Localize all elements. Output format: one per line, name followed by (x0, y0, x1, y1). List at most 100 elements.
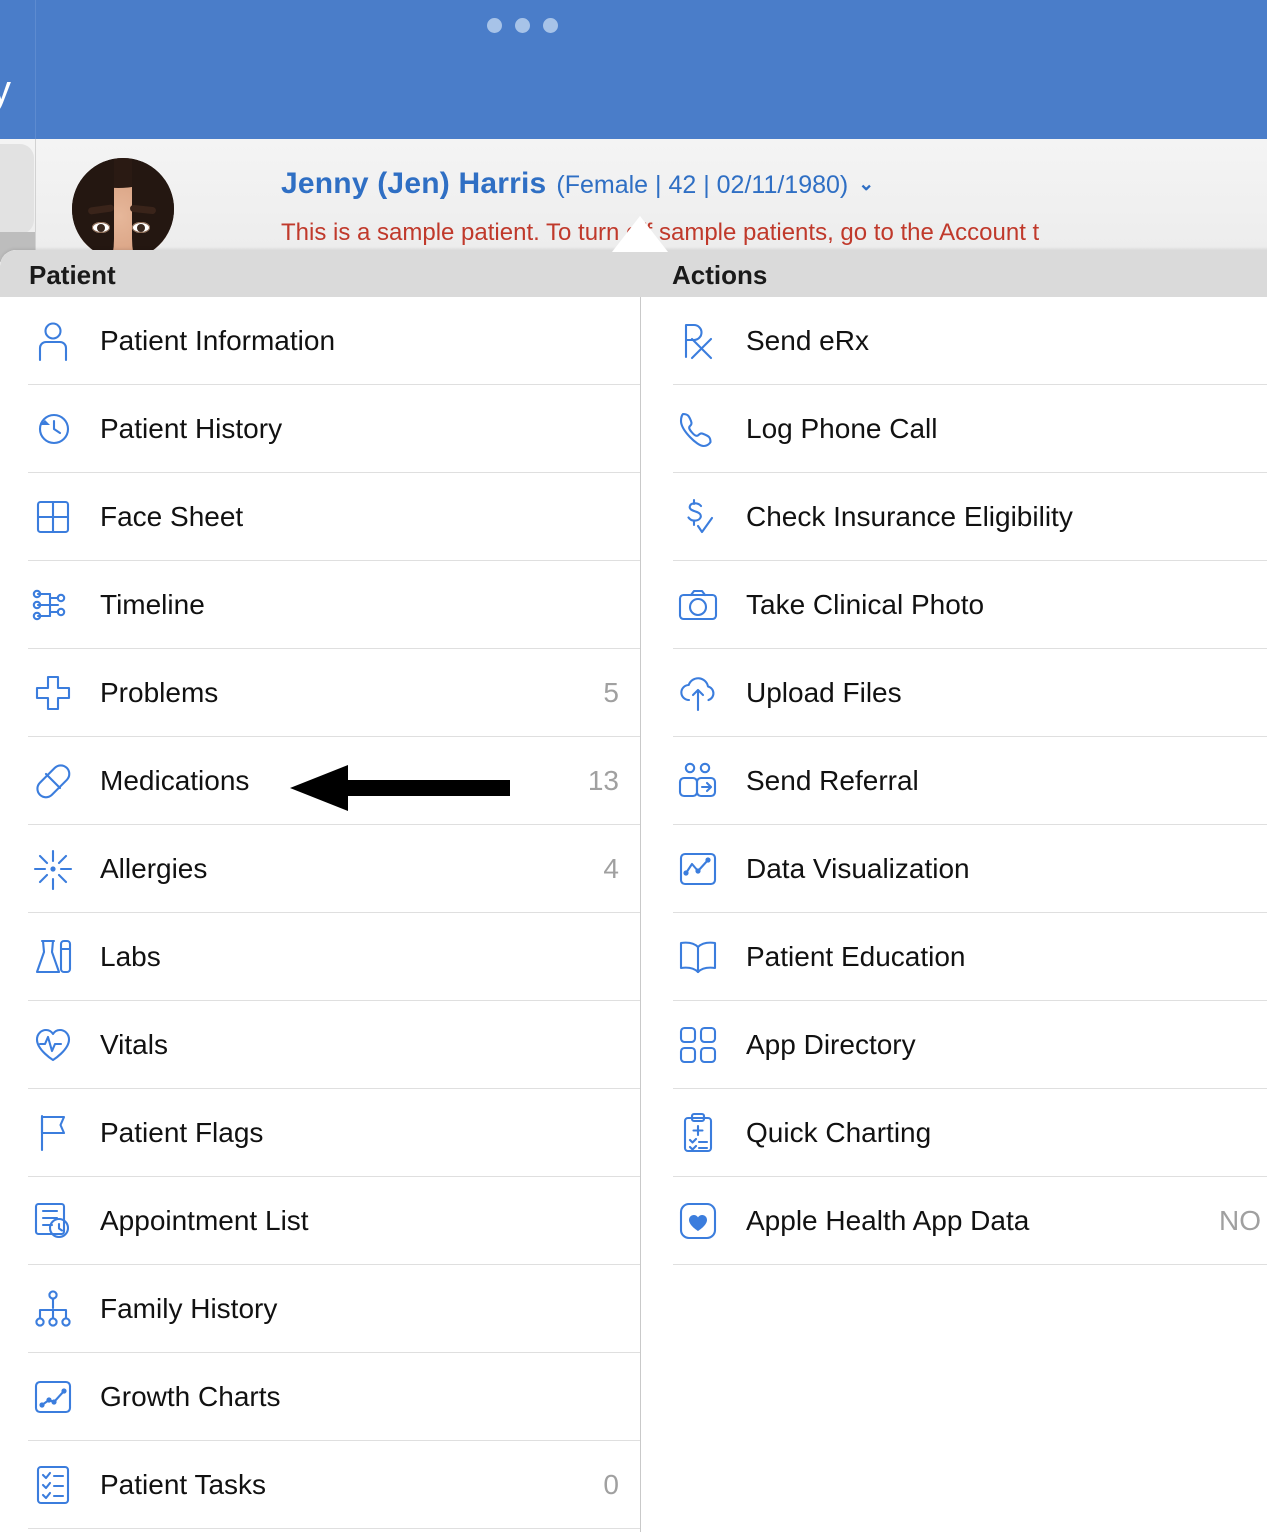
patient-strip-divider (35, 139, 36, 260)
list-item-label: Patient Tasks (100, 1469, 267, 1500)
camera-icon (673, 580, 723, 630)
list-item-count: NO (1219, 1205, 1261, 1236)
list-item[interactable]: Allergies 4 (0, 825, 641, 913)
left-rail-stub (0, 144, 34, 234)
avatar[interactable] (72, 158, 174, 260)
medical-cross-icon (28, 668, 78, 718)
person-icon (28, 316, 78, 366)
list-item-count: 4 (603, 853, 619, 884)
list-item-label: Appointment List (100, 1205, 309, 1236)
list-item[interactable]: Upload Files (641, 649, 1267, 737)
list-item-label: Vitals (100, 1029, 168, 1060)
chart-navigation-popover: Patient Actions Patient Information Patie… (0, 250, 1267, 1532)
list-item[interactable]: Take Clinical Photo (641, 561, 1267, 649)
column-header-patient: Patient (29, 260, 116, 290)
list-item[interactable]: Quick Charting (641, 1089, 1267, 1177)
patient-identity[interactable]: Jenny (Jen) Harris (Female | 42 | 02/11/… (281, 167, 874, 201)
rx-icon (673, 316, 723, 366)
family-tree-icon (28, 1284, 78, 1334)
list-item[interactable]: Problems 5 (0, 649, 641, 737)
send-referral-icon (673, 756, 723, 806)
patient-demographics: (Female | 42 | 02/11/1980) (556, 171, 849, 199)
list-item[interactable]: App Directory (641, 1001, 1267, 1089)
list-item-label: Send eRx (746, 325, 869, 356)
list-item-label: Data Visualization (746, 853, 970, 884)
list-item[interactable]: Send eRx (641, 297, 1267, 385)
popover-header: Patient Actions (0, 250, 1267, 297)
list-item[interactable]: Patient Information (0, 297, 641, 385)
avatar-pupil-left (97, 224, 105, 232)
screen: y Jenny (Jen) Harris (Female | 42 | 02/1… (0, 0, 1267, 1532)
growth-chart-icon (28, 1372, 78, 1422)
overflow-dots-icon[interactable] (487, 18, 558, 33)
list-item-label: Patient Education (746, 941, 966, 972)
list-item-label: Upload Files (746, 677, 902, 708)
list-item[interactable]: Log Phone Call (641, 385, 1267, 473)
navbar-divider (35, 0, 36, 139)
list-item-label: Take Clinical Photo (746, 589, 985, 620)
heart-square-icon (673, 1196, 723, 1246)
list-item-label: App Directory (746, 1029, 916, 1060)
list-item[interactable]: Patient Flags (0, 1089, 641, 1177)
actions-column: Send eRx Log Phone Call Check Insurance El… (641, 297, 1267, 1532)
dollar-check-icon (673, 492, 723, 542)
clock-rewind-icon (28, 404, 78, 454)
list-item-label: Labs (100, 941, 161, 972)
list-item-label: Apple Health App Data (746, 1205, 1030, 1236)
pill-capsule-icon (28, 756, 78, 806)
pointer-arrow (290, 765, 510, 811)
list-item[interactable]: Send Referral (641, 737, 1267, 825)
dot-1 (487, 18, 502, 33)
chevron-down-icon[interactable]: ⌄ (858, 173, 874, 196)
data-viz-icon (673, 844, 723, 894)
list-item[interactable]: Face Sheet (0, 473, 641, 561)
list-item-label: Patient Information (100, 325, 336, 356)
list-item-count: 13 (587, 765, 619, 796)
list-item[interactable]: Family History (0, 1265, 641, 1353)
list-item[interactable]: Patient Tasks 0 (0, 1441, 641, 1529)
list-item[interactable]: Patient Education (641, 913, 1267, 1001)
dot-2 (515, 18, 530, 33)
list-item-label: Medications (100, 765, 250, 796)
list-item[interactable]: Data Visualization (641, 825, 1267, 913)
list-item-label: Growth Charts (100, 1381, 281, 1412)
list-item-label: Allergies (100, 853, 208, 884)
timeline-icon (28, 580, 78, 630)
top-navbar: y (0, 0, 1267, 139)
lab-flask-icon (28, 932, 78, 982)
app-grid-icon (673, 1020, 723, 1070)
phone-icon (673, 404, 723, 454)
list-item-label: Patient History (100, 413, 283, 444)
navbar-edge-glyph: y (0, 68, 11, 112)
list-item-label: Quick Charting (746, 1117, 932, 1148)
popover-arrow-icon (612, 216, 668, 252)
list-item[interactable]: Growth Charts (0, 1353, 641, 1441)
allergy-burst-icon (28, 844, 78, 894)
flag-icon (28, 1108, 78, 1158)
list-item-label: Send Referral (746, 765, 919, 796)
list-item-label: Problems (100, 677, 219, 708)
list-item-count: 0 (603, 1469, 619, 1500)
page-title: Jenny (Jen) Harris (281, 167, 547, 200)
list-item[interactable]: Check Insurance Eligibility (641, 473, 1267, 561)
book-open-icon (673, 932, 723, 982)
list-item-label: Check Insurance Eligibility (746, 501, 1073, 532)
clipboard-icon (673, 1108, 723, 1158)
list-item[interactable]: Patient History (0, 385, 641, 473)
list-item-label: Log Phone Call (746, 413, 938, 444)
list-item[interactable]: Labs (0, 913, 641, 1001)
list-item[interactable]: Appointment List (0, 1177, 641, 1265)
grid-four-icon (28, 492, 78, 542)
popover-columns: Patient Information Patient History Face S… (0, 297, 1267, 1532)
list-item[interactable]: Vitals (0, 1001, 641, 1089)
list-item-label: Timeline (100, 589, 205, 620)
list-item-label: Face Sheet (100, 501, 244, 532)
patient-column: Patient Information Patient History Face S… (0, 297, 641, 1532)
dot-3 (543, 18, 558, 33)
column-divider (640, 297, 641, 1532)
task-checklist-icon (28, 1460, 78, 1510)
list-item[interactable]: Apple Health App Data NO (641, 1177, 1267, 1265)
column-header-actions: Actions (672, 260, 768, 290)
list-item[interactable]: Timeline (0, 561, 641, 649)
list-item-label: Patient Flags (100, 1117, 264, 1148)
